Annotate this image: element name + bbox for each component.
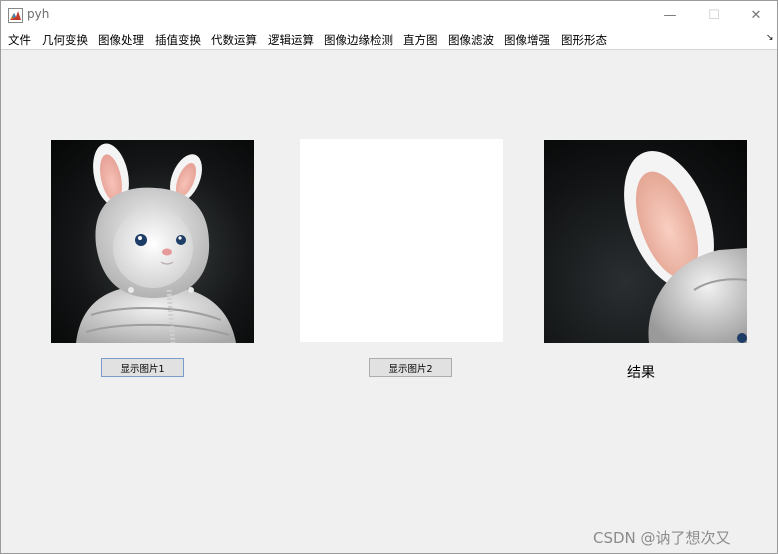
minimize-button[interactable]: —	[647, 1, 693, 30]
menu-bar: 文件 几何变换 图像处理 插值变换 代数运算 逻辑运算 图像边缘检测 直方图 图…	[1, 30, 777, 50]
minimize-icon: —	[663, 8, 677, 23]
menu-edge-detection[interactable]: 图像边缘检测	[324, 32, 393, 48]
show-image2-button[interactable]: 显示图片2	[369, 358, 452, 377]
menu-image-filter[interactable]: 图像滤波	[448, 32, 494, 48]
menu-file[interactable]: 文件	[8, 32, 31, 48]
maximize-button[interactable]: ☐	[691, 1, 737, 30]
menu-geometric-transform[interactable]: 几何变换	[42, 32, 88, 48]
toolbar-overflow-icon[interactable]: ↘	[766, 33, 774, 43]
show-image1-button[interactable]: 显示图片1	[101, 358, 184, 377]
watermark: CSDN @讷了想次又	[593, 529, 731, 547]
app-window: pyh — ☐ ✕ 文件 几何变换 图像处理 插值变换 代数运算 逻辑运算 图像…	[0, 0, 778, 554]
close-icon: ✕	[750, 8, 762, 23]
menu-algebraic-ops[interactable]: 代数运算	[211, 32, 257, 48]
image-panel-1	[51, 140, 254, 343]
menu-image-processing[interactable]: 图像处理	[98, 32, 144, 48]
maximize-icon: ☐	[708, 8, 720, 23]
menu-interpolation[interactable]: 插值变换	[155, 32, 201, 48]
rabbit-image	[76, 143, 236, 343]
matlab-app-icon	[8, 8, 23, 23]
close-button[interactable]: ✕	[733, 1, 778, 30]
result-panel	[544, 140, 747, 343]
menu-histogram[interactable]: 直方图	[403, 32, 438, 48]
menu-image-enhance[interactable]: 图像增强	[504, 32, 550, 48]
menu-logic-ops[interactable]: 逻辑运算	[268, 32, 314, 48]
title-bar[interactable]: pyh — ☐ ✕	[1, 1, 777, 30]
image-panel-2	[300, 139, 503, 342]
window-title: pyh	[27, 7, 50, 21]
result-image	[624, 150, 747, 343]
menu-morphology[interactable]: 图形形态	[561, 32, 607, 48]
result-label: 结果	[627, 365, 655, 381]
